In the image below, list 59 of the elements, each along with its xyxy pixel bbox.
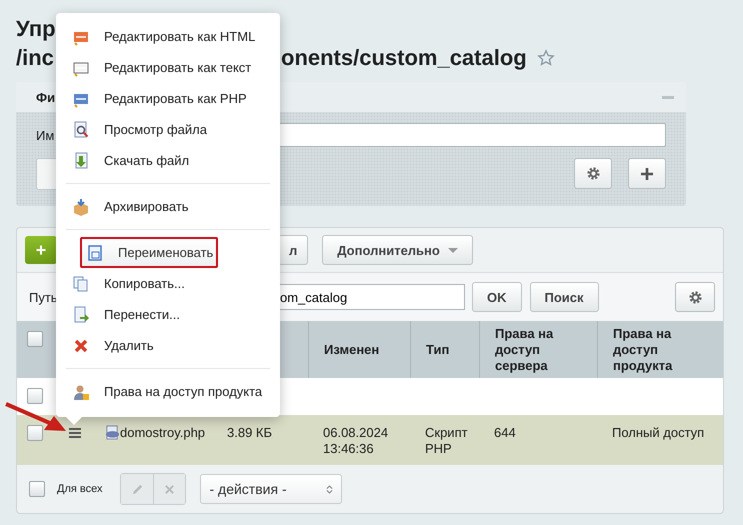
menu-item[interactable]: Скачать файл <box>66 145 270 176</box>
menu-item[interactable]: Удалить <box>66 330 270 361</box>
dropdown-arrows-icon <box>326 484 334 494</box>
menu-icon[interactable] <box>68 427 82 439</box>
collapse-icon[interactable] <box>662 96 674 98</box>
archive-box-icon <box>72 198 90 216</box>
actions-select[interactable]: - действия - <box>200 474 342 504</box>
settings-button[interactable] <box>574 158 612 189</box>
settings-button[interactable] <box>675 282 715 312</box>
rename-icon <box>86 244 104 262</box>
table-cell: Полный доступ <box>612 425 704 440</box>
column-header[interactable]: Тип <box>426 342 450 358</box>
checkbox[interactable] <box>29 481 45 497</box>
table-cell: 06.08.2024 13:46:36 <box>323 425 388 456</box>
file-magnifier-icon <box>72 120 90 138</box>
menu-item[interactable]: Редактировать как текст <box>66 52 270 83</box>
column-header[interactable]: Изменен <box>324 342 380 358</box>
filter-tab[interactable]: Фи <box>36 90 56 104</box>
path-label: Путь <box>29 290 59 304</box>
settings-icon <box>688 290 702 304</box>
php-file-icon <box>105 425 120 440</box>
pointer-arrow <box>4 402 68 434</box>
menu-item[interactable]: Копировать... <box>66 268 270 299</box>
table-cell: 3.89 КБ <box>227 425 272 440</box>
menu-item[interactable]: Переименовать <box>80 237 218 268</box>
column-header[interactable]: Права на доступ сервера <box>495 326 582 374</box>
column-header[interactable]: Права на доступ продукта <box>613 326 708 374</box>
checkbox[interactable] <box>27 331 43 347</box>
user-lock-icon <box>72 382 90 400</box>
path-field[interactable]: om_catalog <box>277 284 465 310</box>
ok-button[interactable]: OK <box>472 282 522 312</box>
search-button[interactable]: Поиск <box>530 282 599 312</box>
checkbox[interactable] <box>27 425 43 441</box>
menu-item[interactable]: Архивировать <box>66 191 270 222</box>
table-row[interactable]: domostroy.php 3.89 КБ 06.08.2024 13:46:36 Скрипт PHP 644 Полный доступ <box>17 415 723 465</box>
copy-icon <box>72 274 90 292</box>
menu-item[interactable]: Редактировать как HTML <box>66 21 270 52</box>
table-cell: 644 <box>494 425 516 440</box>
select-all-label: Для всех <box>57 483 102 495</box>
menu-item[interactable]: Редактировать как PHP <box>66 83 270 114</box>
star-icon[interactable] <box>536 48 555 66</box>
checkbox[interactable] <box>27 388 43 404</box>
plus-icon <box>640 166 654 180</box>
menu-item[interactable]: Перенести... <box>66 299 270 330</box>
settings-icon <box>586 166 600 181</box>
page-title: onents/custom_catalog <box>281 44 527 72</box>
table-cell: Скрипт PHP <box>425 425 468 456</box>
menu-item[interactable]: Права на доступ продукта <box>66 376 270 407</box>
add-button[interactable] <box>628 158 666 189</box>
field-label: Им <box>36 128 54 142</box>
move-icon <box>72 306 90 324</box>
menu-item[interactable]: Просмотр файла <box>66 114 270 145</box>
page-title: Упр <box>16 15 56 43</box>
pencil-icon <box>130 482 144 496</box>
more-dropdown[interactable]: Дополнительно <box>322 235 474 265</box>
toolbar-button[interactable]: л <box>278 235 308 265</box>
close-icon <box>164 484 176 494</box>
file-link[interactable]: domostroy.php <box>120 425 206 441</box>
page-title: /inc <box>16 44 54 72</box>
